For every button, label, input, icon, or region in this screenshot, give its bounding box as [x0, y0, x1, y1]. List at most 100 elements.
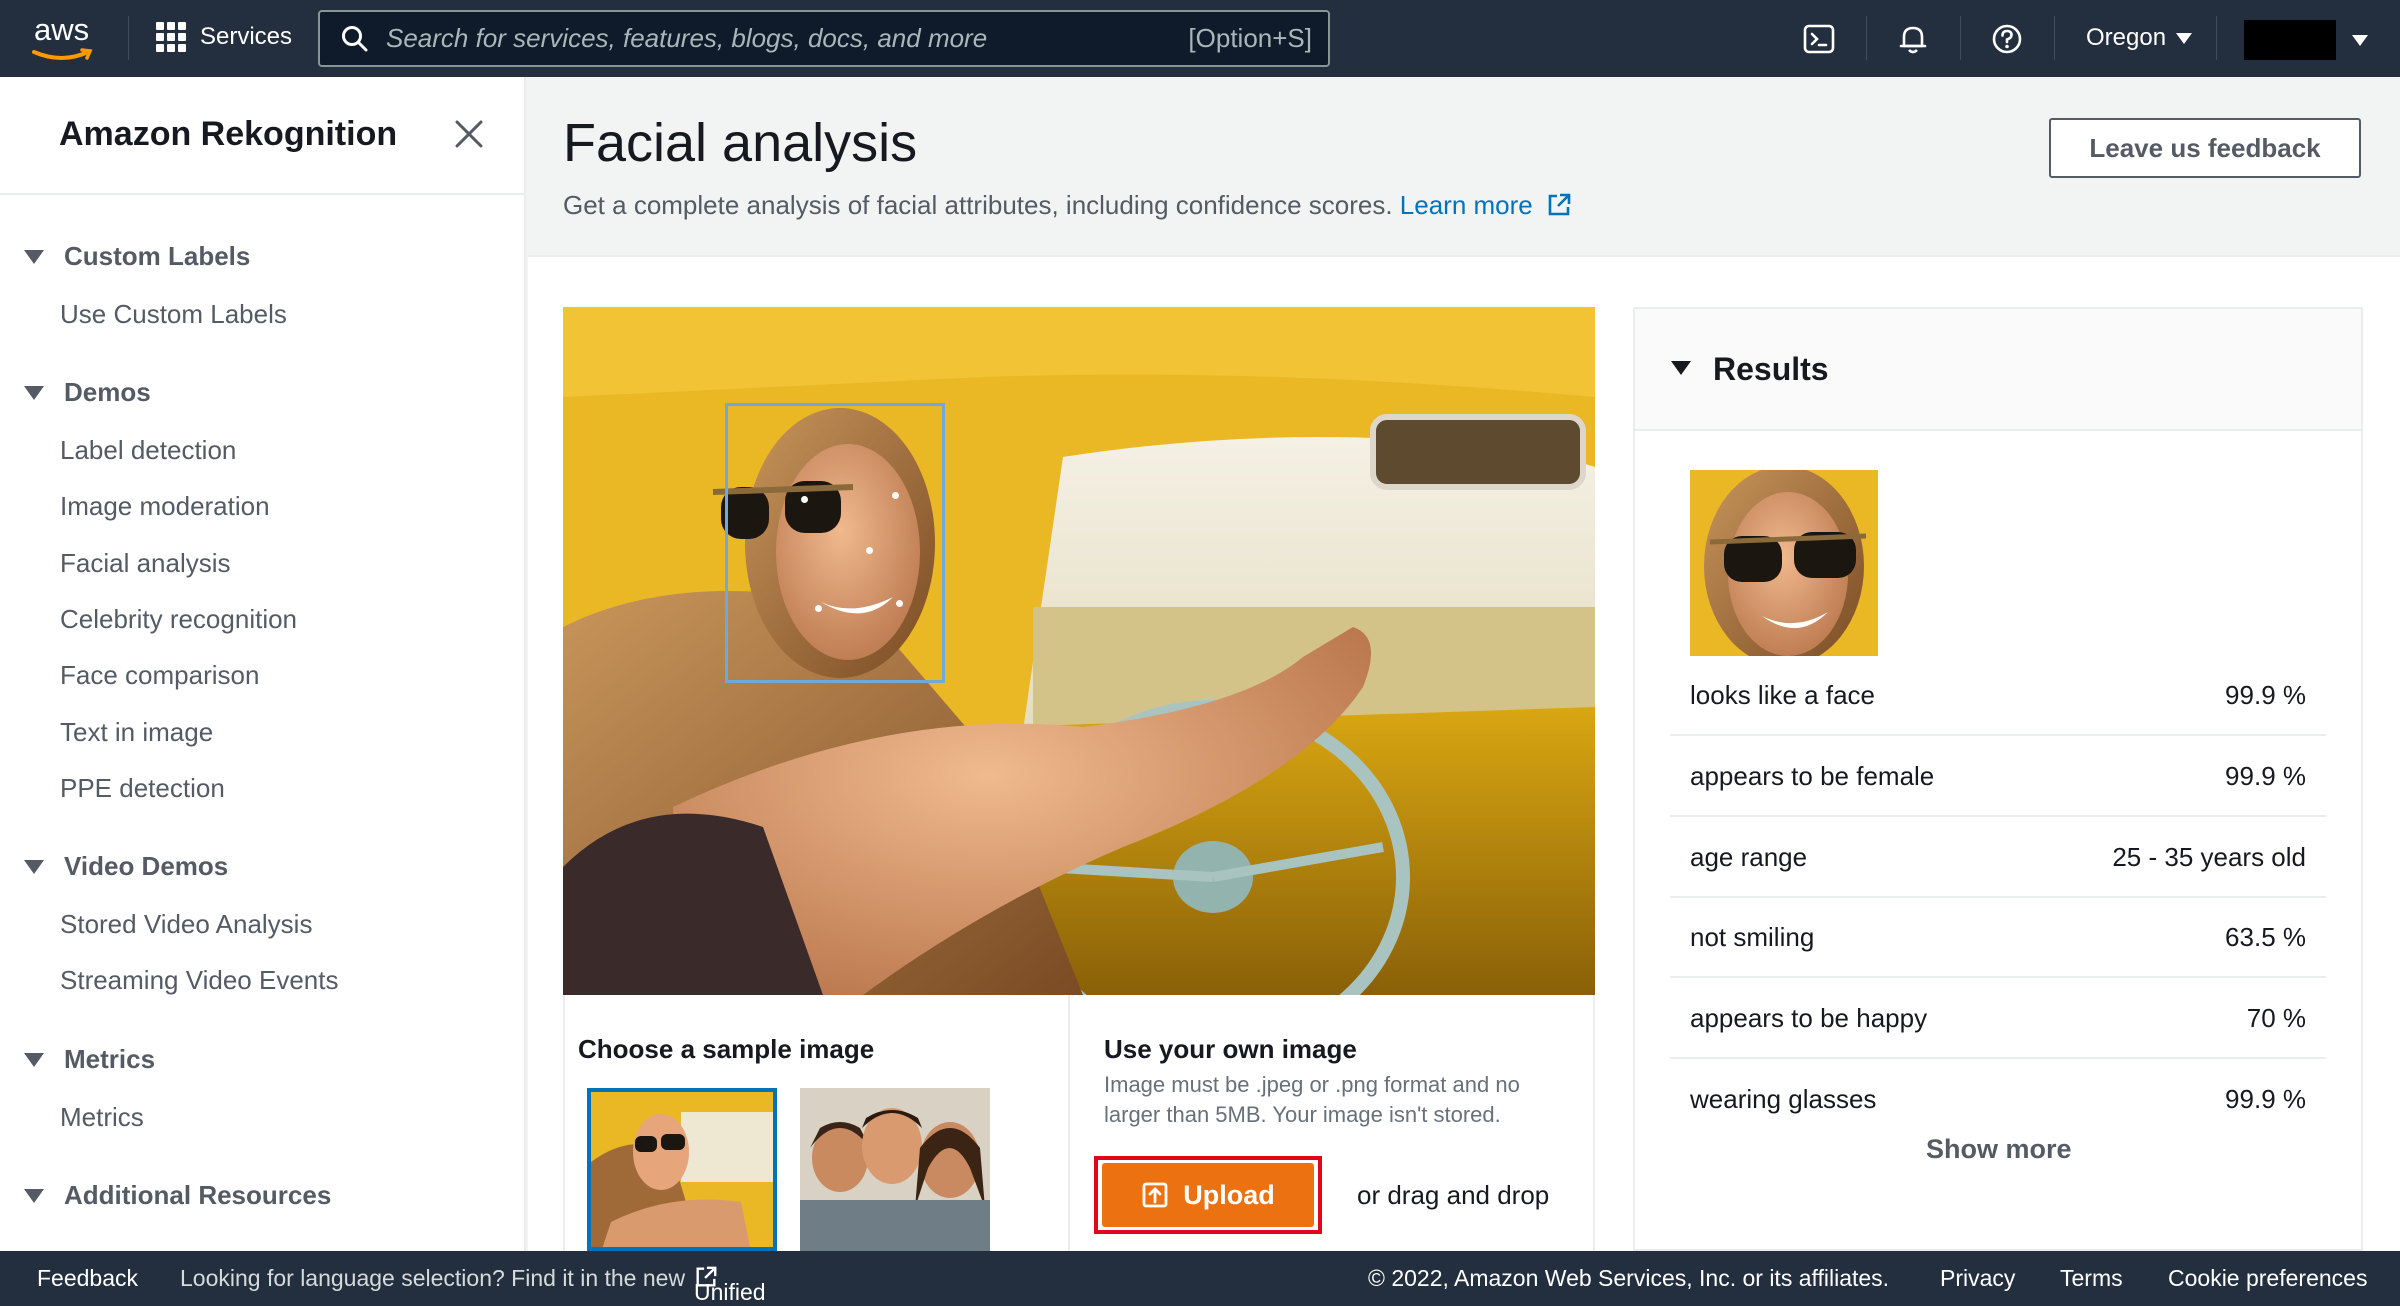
result-value: 99.9 % [2225, 680, 2306, 710]
redacted-account-name [2244, 20, 2336, 60]
result-row: appears to be female 99.9 % [1670, 737, 2326, 817]
section-label: Demos [64, 377, 151, 407]
sidebar-item-use-custom-labels[interactable]: Use Custom Labels [60, 299, 287, 330]
section-video-demos[interactable]: Video Demos [24, 851, 228, 882]
account-menu[interactable] [2244, 20, 2368, 60]
face-bounding-box [725, 403, 945, 683]
face-landmark [896, 600, 903, 607]
aws-smile-icon [32, 48, 93, 60]
grid-icon [156, 22, 186, 52]
upload-button[interactable]: Upload [1102, 1163, 1314, 1227]
face-crop [1690, 470, 1878, 656]
result-row: looks like a face 99.9 % [1670, 656, 2326, 736]
sidebar-header: Amazon Rekognition [0, 77, 524, 195]
unified-settings-link[interactable]: Unified Settings [694, 1265, 766, 1305]
result-label: appears to be female [1690, 761, 1935, 791]
sidebar-item-face-comparison[interactable]: Face comparison [60, 660, 259, 691]
face-landmark [892, 492, 899, 499]
leave-feedback-button[interactable]: Leave us feedback [2049, 118, 2361, 178]
region-label: Oregon [2086, 24, 2167, 51]
search-bar[interactable]: [Option+S] [318, 10, 1330, 67]
page-title: Facial analysis [563, 113, 918, 173]
footer-feedback-link[interactable]: Feedback [37, 1265, 138, 1292]
result-label: age range [1690, 842, 1808, 872]
sample-thumbnail-family [800, 1088, 990, 1251]
sample-thumbnail-woman-in-car [591, 1092, 773, 1247]
show-more-button[interactable]: Show more [1926, 1134, 2072, 1165]
description-text: Get a complete analysis of facial attrib… [563, 190, 1393, 220]
result-value: 25 - 35 years old [2112, 842, 2306, 872]
sidebar-item-ppe-detection[interactable]: PPE detection [60, 773, 225, 804]
face-landmark [866, 547, 873, 554]
caret-down-icon [2176, 32, 2193, 44]
cloudshell-icon[interactable] [1802, 22, 1836, 56]
caret-down-icon [2352, 34, 2368, 46]
results-header[interactable]: Results [1635, 309, 2361, 431]
sidebar-item-metrics[interactable]: Metrics [60, 1102, 144, 1133]
section-label: Additional Resources [64, 1180, 332, 1210]
terms-link[interactable]: Terms [2060, 1265, 2123, 1292]
sample-image-1[interactable] [587, 1088, 777, 1251]
sidebar-item-label-detection[interactable]: Label detection [60, 435, 236, 466]
search-input[interactable] [386, 23, 1166, 54]
close-icon[interactable] [452, 117, 486, 151]
sample-image-2[interactable] [800, 1088, 990, 1251]
help-icon[interactable] [1990, 22, 2024, 56]
aws-logo-text: aws [34, 12, 90, 47]
result-row: age range 25 - 35 years old [1670, 818, 2326, 898]
section-label: Metrics [64, 1044, 156, 1074]
car-photo [563, 307, 1595, 995]
region-selector[interactable]: Oregon [2086, 24, 2193, 52]
result-value: 99.9 % [2225, 761, 2306, 791]
nav-separator [128, 16, 129, 60]
face-landmark [801, 496, 808, 503]
result-label: not smiling [1690, 922, 1815, 952]
bell-icon[interactable] [1896, 22, 1930, 56]
cookie-preferences-link[interactable]: Cookie preferences [2168, 1265, 2367, 1292]
sidebar-item-text-in-image[interactable]: Text in image [60, 717, 213, 748]
sidebar-item-streaming-video-events[interactable]: Streaming Video Events [60, 965, 338, 996]
section-additional-resources[interactable]: Additional Resources [24, 1180, 331, 1211]
own-image-description: Image must be .jpeg or .png format and n… [1104, 1072, 1520, 1127]
caret-down-icon [24, 249, 44, 264]
services-label: Services [200, 23, 293, 50]
nav-separator [1866, 16, 1867, 60]
caret-down-icon [1671, 361, 1691, 375]
section-metrics[interactable]: Metrics [24, 1044, 155, 1075]
panel-divider [1068, 995, 1070, 1251]
sidebar-item-facial-analysis[interactable]: Facial analysis [60, 548, 231, 579]
upload-icon [1142, 1182, 1168, 1208]
result-value: 99.9 % [2225, 1084, 2306, 1114]
section-custom-labels[interactable]: Custom Labels [24, 241, 250, 272]
services-menu[interactable]: Services [156, 22, 292, 52]
results-title: Results [1713, 351, 1829, 387]
section-demos[interactable]: Demos [24, 377, 151, 408]
face-landmark [815, 605, 822, 612]
top-navigation: aws Services [Option+S] Oregon [0, 0, 2400, 77]
search-shortcut: [Option+S] [1188, 23, 1312, 53]
footer: Feedback Looking for language selection?… [0, 1251, 2400, 1306]
sidebar-item-image-moderation[interactable]: Image moderation [60, 491, 270, 522]
copyright-text: © 2022, Amazon Web Services, Inc. or its… [1368, 1265, 1890, 1291]
caret-down-icon [24, 859, 44, 874]
aws-logo[interactable]: aws [30, 10, 98, 66]
result-row: appears to be happy 70 % [1670, 979, 2326, 1059]
sidebar-title[interactable]: Amazon Rekognition [59, 115, 397, 154]
caret-down-icon [24, 1188, 44, 1203]
sidebar-item-stored-video-analysis[interactable]: Stored Video Analysis [60, 909, 312, 940]
learn-more-link[interactable]: Learn more [1400, 190, 1572, 220]
caret-down-icon [24, 385, 44, 400]
result-label: looks like a face [1690, 680, 1875, 710]
result-value: 63.5 % [2225, 922, 2306, 952]
privacy-link[interactable]: Privacy [1940, 1265, 2015, 1292]
choose-sample-title: Choose a sample image [578, 1034, 875, 1064]
result-label: appears to be happy [1690, 1003, 1928, 1033]
page-description: Get a complete analysis of facial attrib… [563, 190, 1572, 221]
search-icon [342, 25, 368, 51]
analyzed-image [563, 307, 1595, 995]
nav-separator [1960, 16, 1961, 60]
result-label: wearing glasses [1690, 1084, 1877, 1114]
drag-drop-text: or drag and drop [1357, 1180, 1550, 1210]
sidebar-item-celebrity-recognition[interactable]: Celebrity recognition [60, 604, 297, 635]
language-prompt: Looking for language selection? Find it … [180, 1265, 686, 1291]
